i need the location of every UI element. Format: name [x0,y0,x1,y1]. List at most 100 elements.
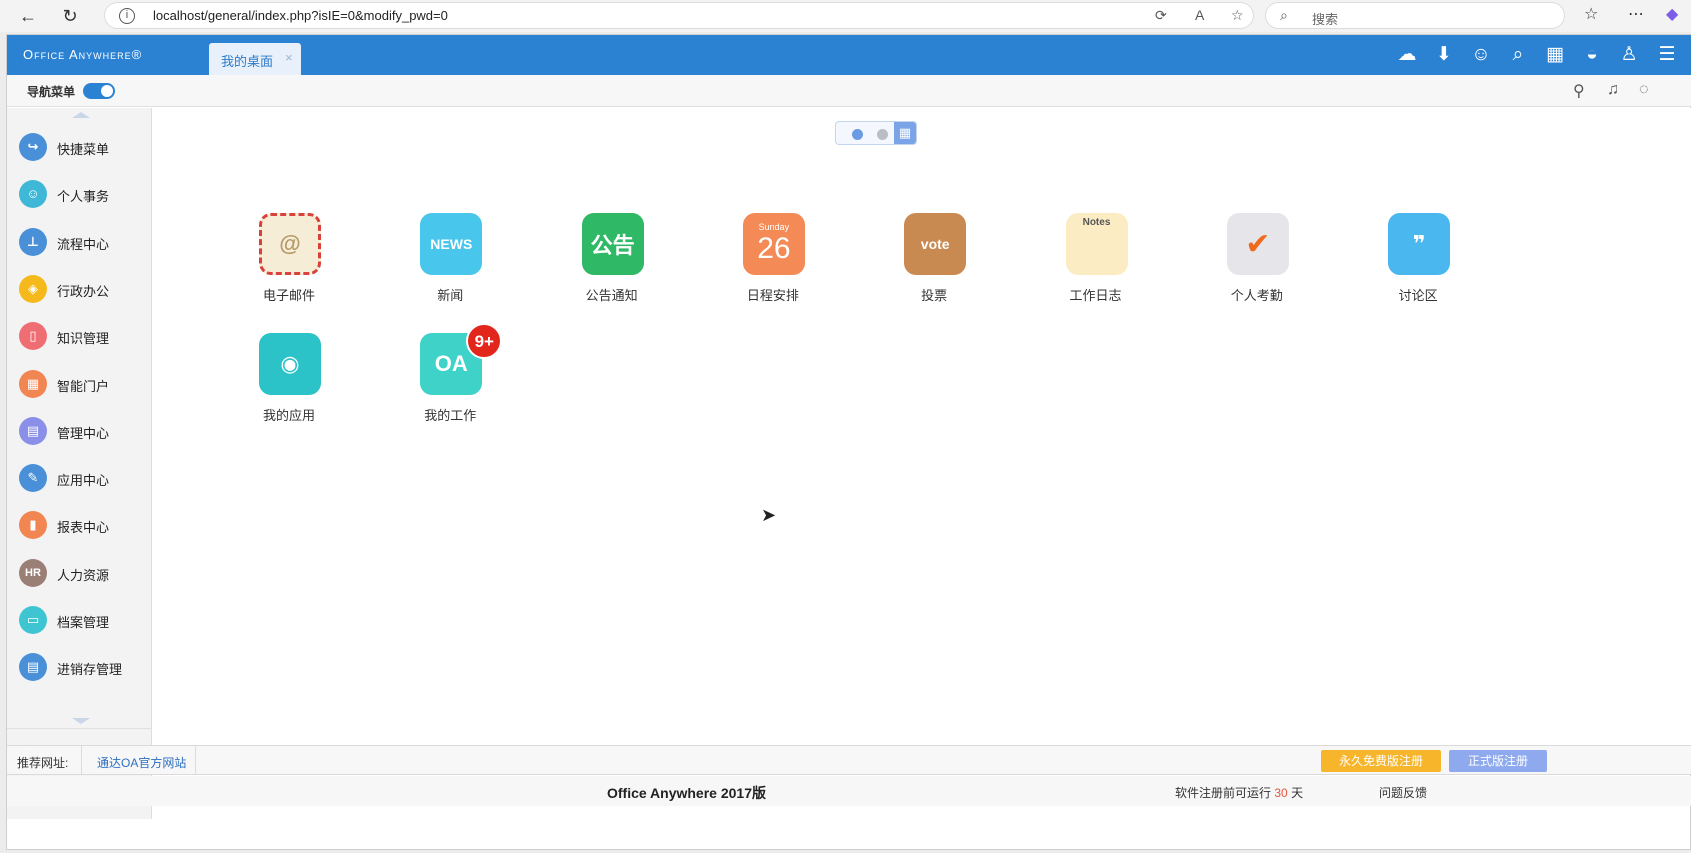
search-icon[interactable]: ⌕ [1506,44,1530,66]
page-dot[interactable] [877,129,888,140]
icon-glyph: 公告 [590,233,635,258]
quote-bubble-icon[interactable]: ❞ [1388,213,1451,275]
scroll-down-arrow-icon[interactable] [72,718,90,724]
app-available-icon[interactable]: ⟳ [1155,7,1167,24]
sidebar-item-label: 流程中心 [57,236,110,252]
sub-toolbar: 导航菜单 ⚲ ♫ ◌ [7,75,1691,107]
app-tile[interactable]: 公告 公告通知 [562,213,662,313]
more-menu-icon[interactable]: ⋯ [1628,4,1644,24]
app-tile[interactable]: ❞ 讨论区 [1368,213,1468,313]
sidebar-item[interactable]: ✎ 应用中心 [7,456,152,502]
cloud-icon[interactable]: ☁ [1395,44,1419,66]
download-icon[interactable]: ⬇ [1432,44,1456,66]
sidebar-item-label: 应用中心 [57,473,110,489]
address-bar[interactable]: i localhost/general/index.php?isIE=0&mod… [104,2,1254,29]
feedback-link[interactable]: 问题反馈 [1379,784,1427,801]
browser-search-input[interactable]: ⌕ 搜索 [1265,2,1565,29]
oa-app: Office Anywhere® 我的桌面 × ☁ ⬇ ☺ ⌕ ▦ ◒ ♙ ☰ … [6,34,1691,850]
search-placeholder: 搜索 [1312,12,1339,27]
my-apps-icon[interactable]: ◉ [259,333,321,395]
nav-menu-label: 导航菜单 [27,85,76,99]
grid-view-icon[interactable]: ▦ [894,122,916,144]
user-icon: ☺ [19,180,47,209]
back-arrow-icon[interactable]: ← [16,4,40,28]
sidebar-item[interactable]: ↪ 快捷菜单 [7,125,152,171]
page-dot-active[interactable] [852,129,863,140]
app-tile-label: 我的应用 [262,408,315,423]
clipboard-icon: ▤ [19,653,47,682]
copilot-icon[interactable]: ◆ [1666,4,1678,24]
app-tile[interactable]: NEWS 新闻 [400,213,500,313]
trial-notice: 软件注册前可运行 30 天 [1175,784,1303,801]
menu-icon[interactable]: ☰ [1655,44,1679,66]
icon-glyph: @ [279,231,301,256]
info-icon[interactable]: i [119,8,135,24]
sidebar-item[interactable]: ▮ 报表中心 [7,503,152,549]
sidebar-item[interactable]: ▯ 知识管理 [7,314,152,360]
product-title: Office Anywhere 2017版 [607,785,766,801]
archive-box-icon: ▭ [19,606,47,634]
desktop-pager[interactable]: ▦ [835,121,917,145]
sidebar-item[interactable]: ▤ 进销存管理 [7,645,152,691]
official-site-link[interactable]: 通达OA官方网站 [97,754,186,771]
sidebar-item[interactable]: ⊥ 流程中心 [7,220,152,266]
free-register-button[interactable]: 永久免费版注册 [1321,750,1441,772]
sidebar-item[interactable]: ▭ 档案管理 [7,598,152,644]
favorites-icon[interactable]: ☆ [1584,4,1598,24]
sidebar-item[interactable]: ◈ 行政办公 [7,267,152,313]
favorite-star-icon[interactable]: ☆ [1231,7,1244,24]
app-tile[interactable]: OA 我的工作 9+ [400,323,503,433]
nav-menu-toggle[interactable] [83,83,115,99]
app-tile-label: 日程安排 [746,288,799,303]
app-tile[interactable]: Notes 工作日志 [1046,213,1146,313]
apps-grid-icon[interactable]: ▦ [1543,44,1567,66]
notes-icon[interactable]: Notes [1065,213,1128,275]
app-tile-label: 新闻 [437,288,464,303]
app-tile[interactable]: ✔ 个人考勤 [1207,213,1307,313]
hr-icon: HR [19,558,47,587]
shirt-theme-icon[interactable]: ♙ [1617,44,1641,66]
sidebar-item[interactable]: ▦ 智能门户 [7,362,152,408]
layers-icon: ◈ [19,274,47,303]
url-text[interactable]: localhost/general/index.php?isIE=0&modif… [153,8,448,23]
bar-chart-icon: ▮ [19,511,47,540]
notice-board-icon[interactable]: 公告 [581,213,644,275]
chat-bubble-icon[interactable]: ◒ [1580,44,1604,66]
refresh-icon[interactable]: ↻ [58,4,82,28]
divider [81,746,82,774]
user-icon[interactable]: ☺ [1469,44,1493,66]
sidebar-item[interactable]: ☺ 个人事务 [7,172,152,218]
divider [195,746,196,774]
trial-days: 30 [1274,786,1288,800]
sidebar-item[interactable]: ▤ 管理中心 [7,409,152,455]
app-tile[interactable]: ◉ 我的应用 [239,333,339,433]
calendar-day-icon[interactable]: Sunday 26 [742,213,805,275]
search-icon: ⌕ [1280,7,1288,23]
app-tile[interactable]: Sunday 26 日程安排 [723,213,823,313]
bell-icon[interactable]: ♫ [1607,81,1619,99]
building-icon: ▦ [19,369,47,398]
official-register-button[interactable]: 正式版注册 [1449,750,1547,772]
app-tile[interactable]: @ 电子邮件 [239,213,339,313]
sidebar-item-label: 进销存管理 [57,662,123,678]
people-search-icon[interactable]: ⚲ [1573,81,1585,101]
icon-glyph: ❞ [1412,231,1426,256]
sidebar-item[interactable]: HR 人力资源 [7,551,152,597]
tab-my-desktop[interactable]: 我的桌面 × [209,43,301,75]
email-icon[interactable]: @ [259,213,321,275]
app-tile-label: 讨论区 [1398,288,1438,303]
sidebar-item-label: 报表中心 [57,520,110,536]
icon-glyph: Notes [1082,217,1111,228]
vote-box-icon[interactable]: vote [904,213,967,275]
scroll-up-arrow-icon[interactable] [72,112,90,118]
recommend-label: 推荐网址: [17,756,69,770]
app-tile[interactable]: vote 投票 [884,213,984,313]
app-tile-label: 电子邮件 [262,288,315,303]
news-icon[interactable]: NEWS [420,213,483,275]
close-icon[interactable]: × [285,50,293,65]
attendance-check-icon[interactable]: ✔ [1226,213,1289,275]
read-aloud-icon[interactable]: A [1195,7,1204,23]
message-icon[interactable]: ◌ [1639,81,1649,99]
pen-icon: ✎ [19,464,47,493]
recommend-bar: 推荐网址: 通达OA官方网站 永久免费版注册 正式版注册 [7,745,1691,775]
